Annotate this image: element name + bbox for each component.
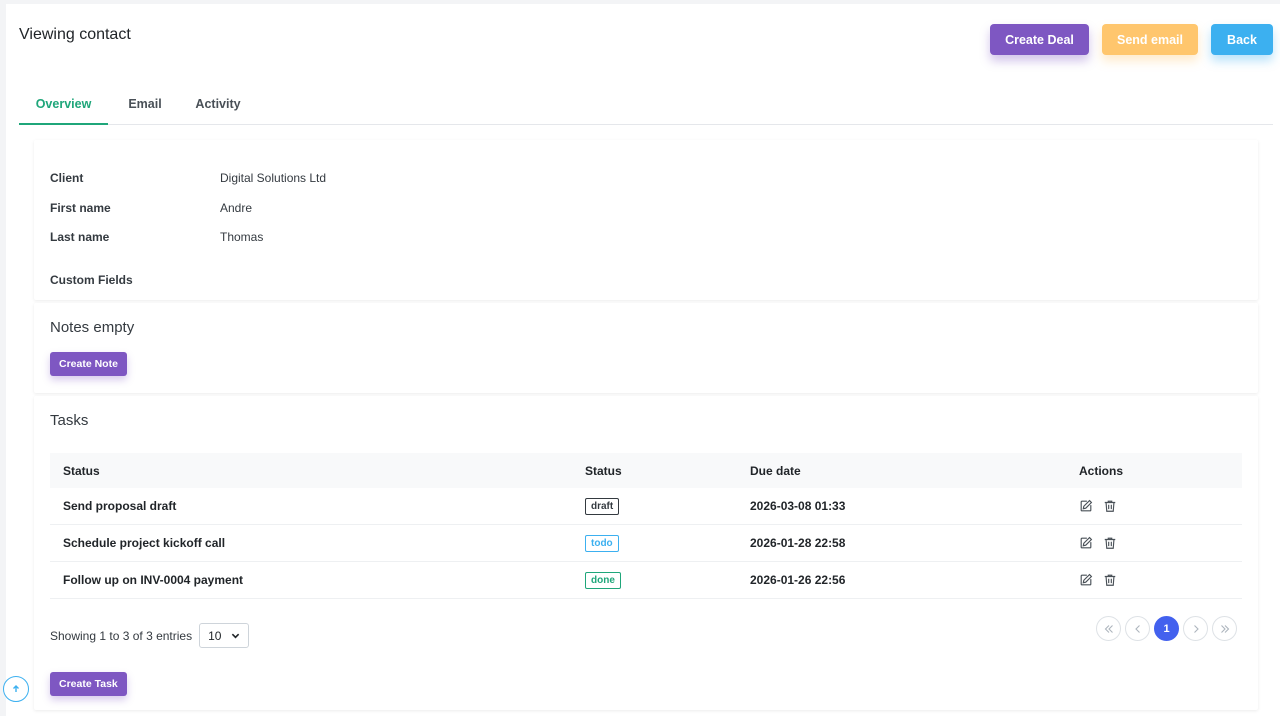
task-status-cell: todo xyxy=(585,525,619,561)
chevron-right-icon xyxy=(1193,624,1199,633)
task-due-date: 2026-01-26 22:56 xyxy=(750,573,846,587)
scroll-to-top-button[interactable] xyxy=(3,676,29,702)
arrow-up-icon xyxy=(13,685,19,692)
page-size-value: 10 xyxy=(208,628,222,643)
prev-page-button[interactable] xyxy=(1125,616,1150,641)
pagination: 1 xyxy=(1096,616,1237,641)
last-name-value: Thomas xyxy=(220,230,264,244)
first-name-value: Andre xyxy=(220,201,253,215)
page-1-button[interactable]: 1 xyxy=(1154,616,1179,641)
trash-icon[interactable] xyxy=(1103,499,1117,513)
trash-icon[interactable] xyxy=(1103,536,1117,550)
page: Viewing contact Create Deal Send email B… xyxy=(6,4,1280,716)
task-actions xyxy=(1079,488,1117,524)
next-page-button[interactable] xyxy=(1183,616,1208,641)
column-header-status-badge[interactable]: Status xyxy=(585,453,622,488)
chevron-left-icon xyxy=(1134,624,1140,633)
chevron-down-icon xyxy=(231,633,240,639)
page-size-select[interactable]: 10 xyxy=(199,623,250,648)
tab-email[interactable]: Email xyxy=(119,84,171,124)
table-footer-info: Showing 1 to 3 of 3 entries 10 xyxy=(50,623,250,648)
page-title: Viewing contact xyxy=(19,26,131,43)
notes-card: Notes empty Create Note xyxy=(34,303,1258,393)
task-due-date: 2026-01-28 22:58 xyxy=(750,536,846,550)
last-name-label: Last name xyxy=(50,230,110,244)
task-name: Send proposal draft xyxy=(63,499,177,513)
custom-fields-label: Custom Fields xyxy=(50,273,133,287)
tab-bar: Overview Email Activity xyxy=(19,84,1273,125)
column-header-actions: Actions xyxy=(1079,463,1124,478)
status-badge: draft xyxy=(585,497,620,515)
contact-info-card: Client Digital Solutions Ltd First name … xyxy=(34,140,1258,300)
tasks-table: Status Status Due date Actions Send prop… xyxy=(50,453,1242,599)
task-due-date: 2026-03-08 01:33 xyxy=(750,499,846,513)
client-value: Digital Solutions Ltd xyxy=(220,171,327,185)
tasks-card: Tasks Status Status Due date Actions Sen… xyxy=(34,396,1258,710)
first-name-label: First name xyxy=(50,201,111,215)
create-task-button[interactable]: Create Task xyxy=(50,672,127,696)
task-actions xyxy=(1079,562,1117,598)
task-actions xyxy=(1079,525,1117,561)
column-header-due-date[interactable]: Due date xyxy=(750,453,801,488)
table-row: Schedule project kickoff call todo 2026-… xyxy=(50,525,1242,562)
column-header-status[interactable]: Status xyxy=(63,453,100,488)
table-row: Follow up on INV-0004 payment done 2026-… xyxy=(50,562,1242,599)
double-chevron-right-icon xyxy=(1220,624,1229,633)
back-button[interactable]: Back xyxy=(1211,24,1273,55)
task-status-cell: done xyxy=(585,562,621,598)
edit-icon[interactable] xyxy=(1079,573,1093,587)
last-page-button[interactable] xyxy=(1212,616,1237,641)
create-note-button[interactable]: Create Note xyxy=(50,352,127,376)
tasks-title: Tasks xyxy=(50,412,89,429)
tab-overview[interactable]: Overview xyxy=(19,84,108,125)
table-header: Status Status Due date Actions xyxy=(50,453,1242,488)
showing-entries-text: Showing 1 to 3 of 3 entries xyxy=(50,628,193,643)
task-status-cell: draft xyxy=(585,488,620,524)
double-chevron-left-icon xyxy=(1104,624,1113,633)
task-name: Follow up on INV-0004 payment xyxy=(63,573,244,587)
send-email-button[interactable]: Send email xyxy=(1102,24,1198,55)
edit-icon[interactable] xyxy=(1079,536,1093,550)
trash-icon[interactable] xyxy=(1103,573,1117,587)
create-deal-button[interactable]: Create Deal xyxy=(990,24,1089,55)
tab-activity[interactable]: Activity xyxy=(189,84,247,124)
status-badge: done xyxy=(585,571,621,589)
first-page-button[interactable] xyxy=(1096,616,1121,641)
notes-title: Notes empty xyxy=(50,319,135,336)
task-name: Schedule project kickoff call xyxy=(63,536,226,550)
table-row: Send proposal draft draft 2026-03-08 01:… xyxy=(50,488,1242,525)
client-label: Client xyxy=(50,171,84,185)
edit-icon[interactable] xyxy=(1079,499,1093,513)
status-badge: todo xyxy=(585,534,619,552)
